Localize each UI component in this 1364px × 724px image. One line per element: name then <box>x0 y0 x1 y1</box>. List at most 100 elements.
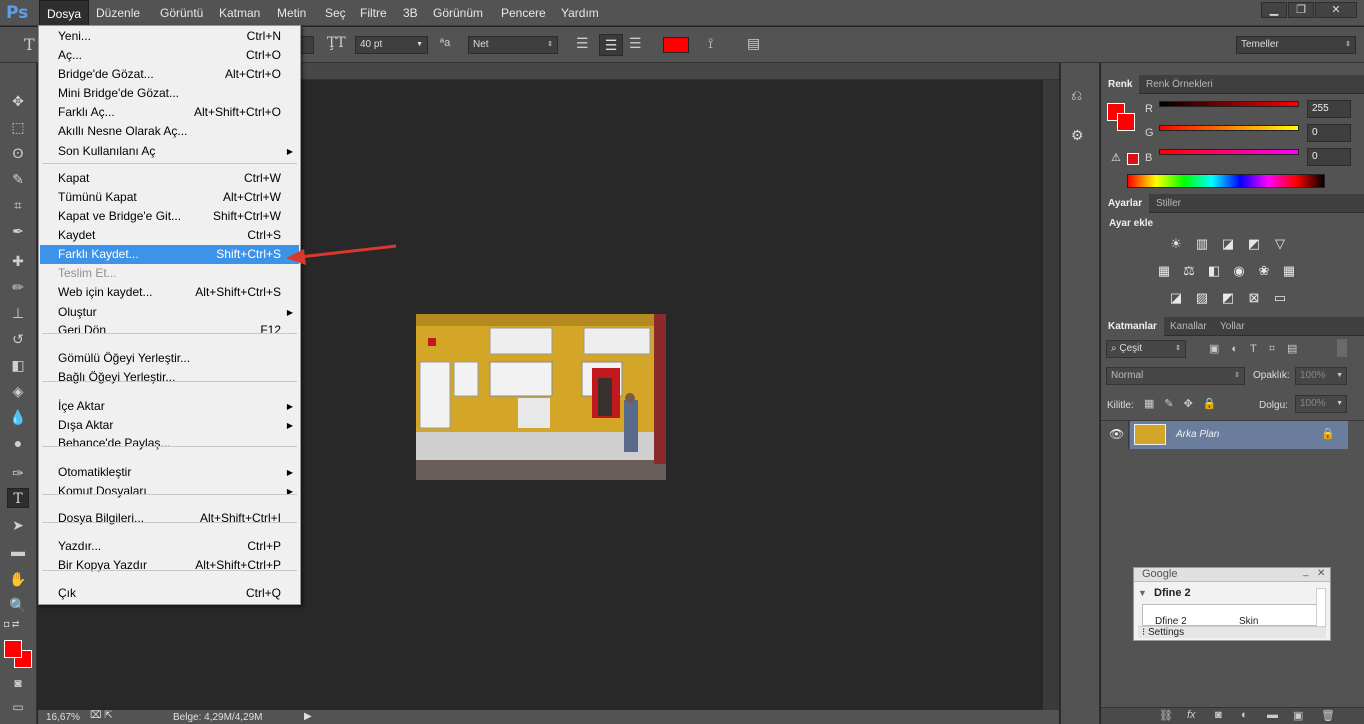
menu-item-open-as-smart-object[interactable]: Akıllı Nesne Olarak Aç... <box>40 122 299 141</box>
layer-row[interactable]: Arka Plan 🔒 <box>1130 421 1348 449</box>
tab-stiller[interactable]: Stiller <box>1149 194 1188 213</box>
menu-yardim[interactable]: Yardım <box>554 0 606 26</box>
threshold-icon[interactable]: ◩ <box>1219 290 1237 306</box>
menu-filtre[interactable]: Filtre <box>353 0 394 26</box>
vibrance-icon[interactable]: ▽ <box>1271 236 1289 252</box>
history-panel-icon[interactable]: ⎌ <box>1071 87 1082 104</box>
vertical-scrollbar[interactable] <box>1043 80 1059 710</box>
menu-item-open[interactable]: Aç... Ctrl+O <box>40 46 299 65</box>
menu-item-close-go-bridge[interactable]: Kapat ve Bridge'e Git... Shift+Ctrl+W <box>40 207 299 226</box>
menu-item-revert[interactable]: Geri Dön F12 <box>40 321 299 340</box>
color-background-swatch[interactable] <box>1117 113 1135 131</box>
screen-mode-icon[interactable]: ▭ <box>7 697 29 717</box>
color-spectrum[interactable] <box>1127 174 1325 188</box>
google-scrollbar[interactable] <box>1316 588 1326 628</box>
tab-renk-ornekleri[interactable]: Renk Örnekleri <box>1139 75 1220 94</box>
brush-tool-icon[interactable]: ✏ <box>7 277 29 297</box>
menu-katman[interactable]: Katman <box>212 0 267 26</box>
menu-duzenle[interactable]: Düzenle <box>89 0 147 26</box>
close-button[interactable]: ✕ <box>1315 2 1357 18</box>
align-left-icon[interactable]: ☰ <box>576 35 589 52</box>
menu-item-place-embedded[interactable]: Gömülü Öğeyi Yerleştir... <box>40 349 299 368</box>
layer-name[interactable]: Arka Plan <box>1176 429 1219 440</box>
blend-mode-dropdown[interactable]: Normal ⇕ <box>1106 367 1245 385</box>
menu-item-open-recent[interactable]: Son Kullanılanı Aç ▶ <box>40 142 299 161</box>
lock-icons[interactable]: ▦✎✥🔒 <box>1144 397 1227 410</box>
antialias-dropdown[interactable]: Net ⇕ <box>468 36 558 54</box>
menu-metin[interactable]: Metin <box>270 0 313 26</box>
font-size-field[interactable]: 40 pt ▼ <box>355 36 428 54</box>
google-close-icon[interactable]: ✕ <box>1317 568 1325 579</box>
channel-b-field[interactable]: 0 <box>1307 148 1351 166</box>
menu-goruntu[interactable]: Görüntü <box>153 0 210 26</box>
fx-icon[interactable]: fx <box>1187 709 1196 721</box>
tab-yollar[interactable]: Yollar <box>1213 317 1252 336</box>
path-select-icon[interactable]: ➤ <box>7 515 29 535</box>
default-colors-icon[interactable]: ◘ ⇄ <box>4 619 19 630</box>
menu-item-file-info[interactable]: Dosya Bilgileri... Alt+Shift+Ctrl+I <box>40 509 299 528</box>
maximize-button[interactable]: ❐ <box>1288 2 1314 18</box>
menu-item-browse-bridge[interactable]: Bridge'de Gözat... Alt+Ctrl+O <box>40 65 299 84</box>
menu-item-new[interactable]: Yeni... Ctrl+N <box>40 27 299 46</box>
move-tool-icon[interactable]: ✥ <box>7 91 29 111</box>
exposure-icon[interactable]: ◩ <box>1245 236 1263 252</box>
dodge-tool-icon[interactable]: ● <box>7 433 29 453</box>
quick-mask-icon[interactable]: ◙ <box>7 673 29 693</box>
stamp-tool-icon[interactable]: ⊥ <box>7 303 29 323</box>
menu-item-print[interactable]: Yazdır... Ctrl+P <box>40 537 299 556</box>
properties-panel-icon[interactable]: ⚙ <box>1071 127 1084 144</box>
posterize-icon[interactable]: ▨ <box>1193 290 1211 306</box>
hand-tool-icon[interactable]: ✋ <box>7 569 29 589</box>
google-minimize-icon[interactable]: _ <box>1303 566 1309 577</box>
menu-item-import[interactable]: İçe Aktar ▶ <box>40 397 299 416</box>
curves-icon[interactable]: ◪ <box>1219 236 1237 252</box>
status-menu-arrow-icon[interactable]: ▶ <box>304 711 312 722</box>
menu-item-automate[interactable]: Otomatikleştir ▶ <box>40 463 299 482</box>
character-panel-icon[interactable]: ▤ <box>747 35 760 52</box>
invert-icon[interactable]: ◪ <box>1167 290 1185 306</box>
channel-g-field[interactable]: 0 <box>1307 124 1351 142</box>
crop-tool-icon[interactable]: ⌗ <box>7 195 29 215</box>
opacity-field[interactable]: 100% ▼ <box>1295 367 1347 385</box>
align-center-icon[interactable]: ☰ <box>599 34 623 56</box>
link-layers-icon[interactable]: ⛓ <box>1159 709 1173 722</box>
menu-item-generate[interactable]: Oluştur ▶ <box>40 303 299 322</box>
healing-tool-icon[interactable]: ✚ <box>7 251 29 271</box>
channel-g-slider[interactable] <box>1159 125 1299 131</box>
menu-item-exit[interactable]: Çık Ctrl+Q <box>40 584 299 603</box>
channel-b-slider[interactable] <box>1159 149 1299 155</box>
menu-item-print-one-copy[interactable]: Bir Kopya Yazdır Alt+Shift+Ctrl+P <box>40 556 299 575</box>
minimize-button[interactable]: ▁ <box>1261 2 1287 18</box>
pen-tool-icon[interactable]: ✑ <box>7 463 29 483</box>
selective-color-icon[interactable]: ⊠ <box>1245 290 1263 306</box>
menu-item-open-as[interactable]: Farklı Aç... Alt+Shift+Ctrl+O <box>40 103 299 122</box>
menu-3b[interactable]: 3B <box>396 0 425 26</box>
zoom-tool-icon[interactable]: 🔍 <box>7 595 29 615</box>
trash-icon[interactable]: 🗑 <box>1321 709 1335 722</box>
tab-renk[interactable]: Renk <box>1101 75 1140 94</box>
workspace-dropdown[interactable]: Temeller ⇕ <box>1236 36 1356 54</box>
color-lookup-icon[interactable]: ▦ <box>1280 263 1298 279</box>
menu-item-place-linked[interactable]: Bağlı Öğeyi Yerleştir... <box>40 368 299 387</box>
fill-field[interactable]: 100% ▼ <box>1295 395 1347 413</box>
color-balance-icon[interactable]: ⚖ <box>1180 263 1198 279</box>
menu-sec[interactable]: Seç <box>318 0 353 26</box>
menu-item-scripts[interactable]: Komut Dosyaları ▶ <box>40 482 299 501</box>
blur-tool-icon[interactable]: 💧 <box>7 407 29 427</box>
layer-filter-icons[interactable]: ▣◐T⌗▤ <box>1209 342 1309 356</box>
hue-saturation-icon[interactable]: ▦ <box>1155 263 1173 279</box>
layer-filter-dropdown[interactable]: ⌕ Çeşit ⇕ <box>1106 340 1186 358</box>
shape-tool-icon[interactable]: ▬ <box>7 541 29 561</box>
quick-select-tool-icon[interactable]: ✎ <box>7 169 29 189</box>
menu-item-save-for-web[interactable]: Web için kaydet... Alt+Shift+Ctrl+S <box>40 283 299 302</box>
foreground-color-swatch[interactable] <box>4 640 22 658</box>
gamut-swatch[interactable] <box>1127 153 1139 165</box>
gradient-map-icon[interactable]: ▭ <box>1271 290 1289 306</box>
menu-gorunum[interactable]: Görünüm <box>426 0 490 26</box>
settings-label[interactable]: Settings <box>1148 627 1184 638</box>
new-group-icon[interactable]: ▬ <box>1267 709 1278 721</box>
eraser-tool-icon[interactable]: ◧ <box>7 355 29 375</box>
collapse-triangle-icon[interactable]: ▼ <box>1138 588 1147 598</box>
zoom-level[interactable]: 16,67% <box>46 712 80 723</box>
new-adjustment-icon[interactable]: ◐ <box>1241 709 1248 721</box>
